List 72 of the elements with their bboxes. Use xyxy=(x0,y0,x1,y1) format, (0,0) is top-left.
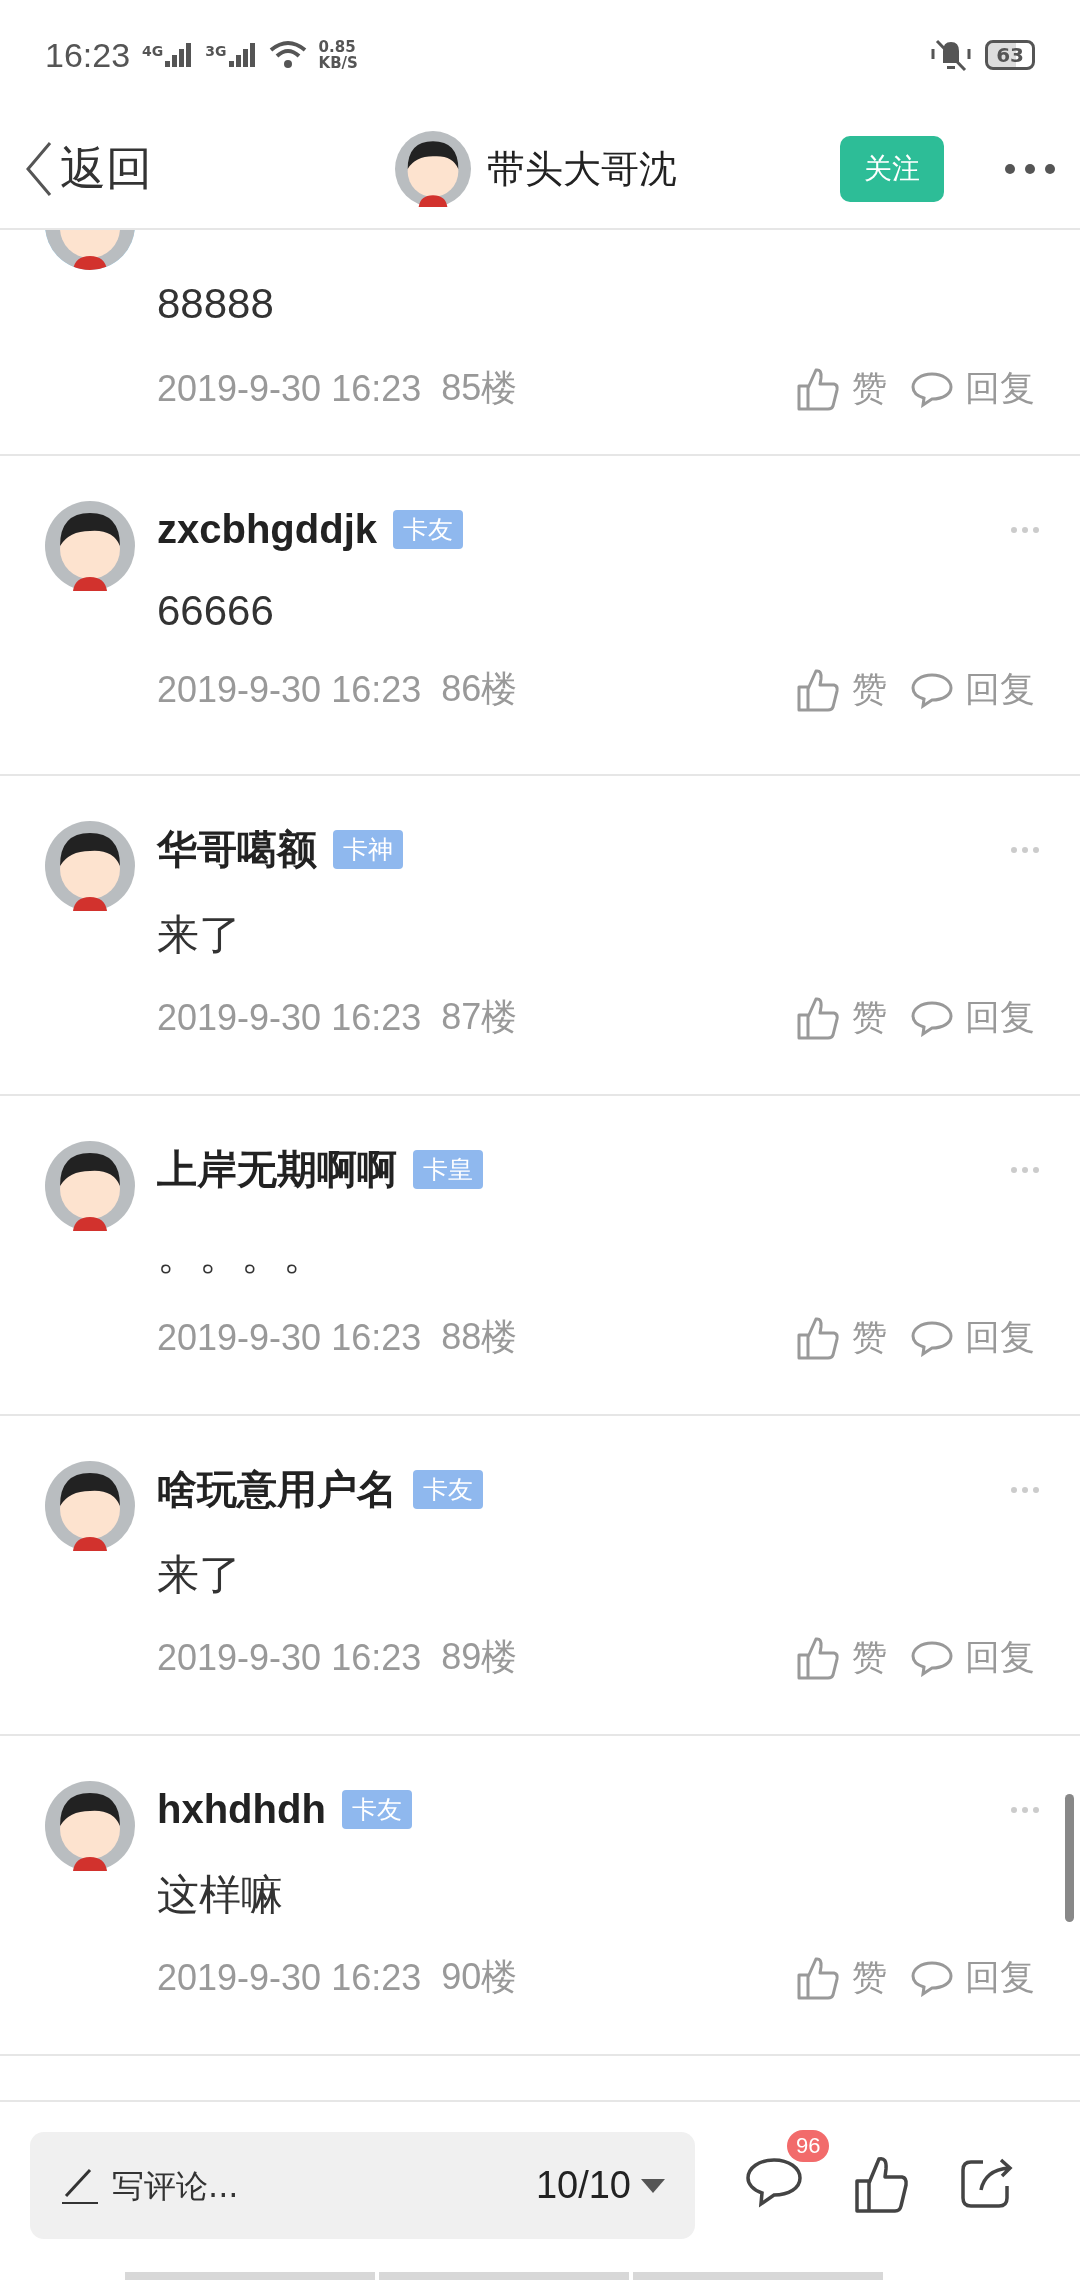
like-button[interactable]: 赞 xyxy=(796,1954,887,2001)
comment-time: 2019-9-30 16:23 xyxy=(157,1316,422,1359)
comment-text: 66666 xyxy=(157,587,275,635)
speed-unit: KB/S xyxy=(318,55,358,71)
floor-number: 90楼 xyxy=(441,1955,518,1999)
avatar[interactable] xyxy=(395,131,471,207)
reply-button[interactable]: 回复 xyxy=(911,666,1035,713)
network-label: 3G xyxy=(205,43,227,59)
comment-time: 2019-9-30 16:23 xyxy=(157,1636,422,1679)
more-icon[interactable] xyxy=(1004,163,1056,175)
avatar[interactable] xyxy=(45,501,135,591)
like-button[interactable]: 赞 xyxy=(796,365,887,412)
thumbs-up-icon xyxy=(796,994,840,1041)
comment-time: 2019-9-30 16:23 xyxy=(157,1956,422,1999)
thumbs-up-icon xyxy=(796,1314,840,1361)
network-label: 4G xyxy=(142,43,164,59)
avatar[interactable] xyxy=(45,1461,135,1551)
wifi-icon xyxy=(268,40,307,70)
avatar[interactable] xyxy=(45,821,135,911)
back-icon xyxy=(24,141,54,197)
username[interactable]: hxhdhdh xyxy=(157,1786,326,1832)
reply-button[interactable]: 回复 xyxy=(911,994,1035,1041)
mute-bell-icon xyxy=(929,37,974,73)
comment-time: 2019-9-30 16:23 xyxy=(157,996,422,1039)
signal-icon xyxy=(165,43,194,67)
battery-indicator: 63 xyxy=(985,40,1035,70)
username[interactable]: 啥玩意用户名 xyxy=(157,1461,397,1517)
page-indicator: 10/10 xyxy=(535,2164,631,2207)
reply-button[interactable]: 回复 xyxy=(911,1954,1035,2001)
reply-button[interactable]: 回复 xyxy=(911,1314,1035,1361)
comment-text: 。。。。 xyxy=(157,1230,326,1280)
count-badge: 96 xyxy=(787,2130,830,2162)
floor-number: 86楼 xyxy=(441,667,518,711)
floor-number: 87楼 xyxy=(441,995,518,1039)
comment-time: 2019-9-30 16:23 xyxy=(157,367,422,410)
avatar[interactable] xyxy=(45,1141,135,1231)
status-time: 16:23 xyxy=(45,35,131,75)
thumbs-up-icon xyxy=(796,1954,840,2001)
floor-number: 85楼 xyxy=(441,366,518,410)
user-rank-tag: 卡友 xyxy=(341,1789,412,1829)
comment-text: 来了 xyxy=(157,1550,242,1600)
thumbs-up-icon[interactable] xyxy=(853,2154,909,2214)
reply-button[interactable]: 回复 xyxy=(911,365,1035,412)
thumbs-up-icon xyxy=(796,365,840,412)
floor-number: 89楼 xyxy=(441,1635,518,1679)
comment-text: 这样嘛 xyxy=(157,1870,284,1920)
user-rank-tag: 卡友 xyxy=(413,1469,483,1509)
comment-text: 来了 xyxy=(157,910,242,960)
comment-field[interactable]: 写评论... xyxy=(110,2165,526,2206)
like-button[interactable]: 赞 xyxy=(796,994,887,1041)
floor-number: 88楼 xyxy=(441,1315,518,1359)
header-title: 带头大哥沈 xyxy=(487,145,677,193)
username[interactable]: zxcbhgddjk xyxy=(157,506,378,552)
dropdown-caret-icon[interactable] xyxy=(641,2178,665,2193)
comment-time: 2019-9-30 16:23 xyxy=(157,668,422,711)
user-rank-tag: 卡神 xyxy=(333,829,403,869)
speed-value: 0.85 xyxy=(318,39,357,55)
user-rank-tag: 卡友 xyxy=(393,509,464,549)
signal-icon xyxy=(228,43,257,67)
username[interactable]: 上岸无期啊啊 xyxy=(157,1141,397,1197)
thumbs-up-icon xyxy=(796,1634,840,1681)
like-button[interactable]: 赞 xyxy=(796,666,887,713)
like-button[interactable]: 赞 xyxy=(796,1314,887,1361)
like-button[interactable]: 赞 xyxy=(796,1634,887,1681)
username[interactable]: 华哥噶额 xyxy=(157,821,317,877)
back-button[interactable]: 返回 xyxy=(24,138,152,200)
follow-button[interactable]: 关注 xyxy=(840,136,944,202)
thumbs-up-icon xyxy=(796,666,840,713)
comment-text: 88888 xyxy=(157,280,275,328)
avatar[interactable] xyxy=(45,1781,135,1871)
user-rank-tag: 卡皇 xyxy=(413,1149,483,1189)
reply-button[interactable]: 回复 xyxy=(911,1634,1035,1681)
